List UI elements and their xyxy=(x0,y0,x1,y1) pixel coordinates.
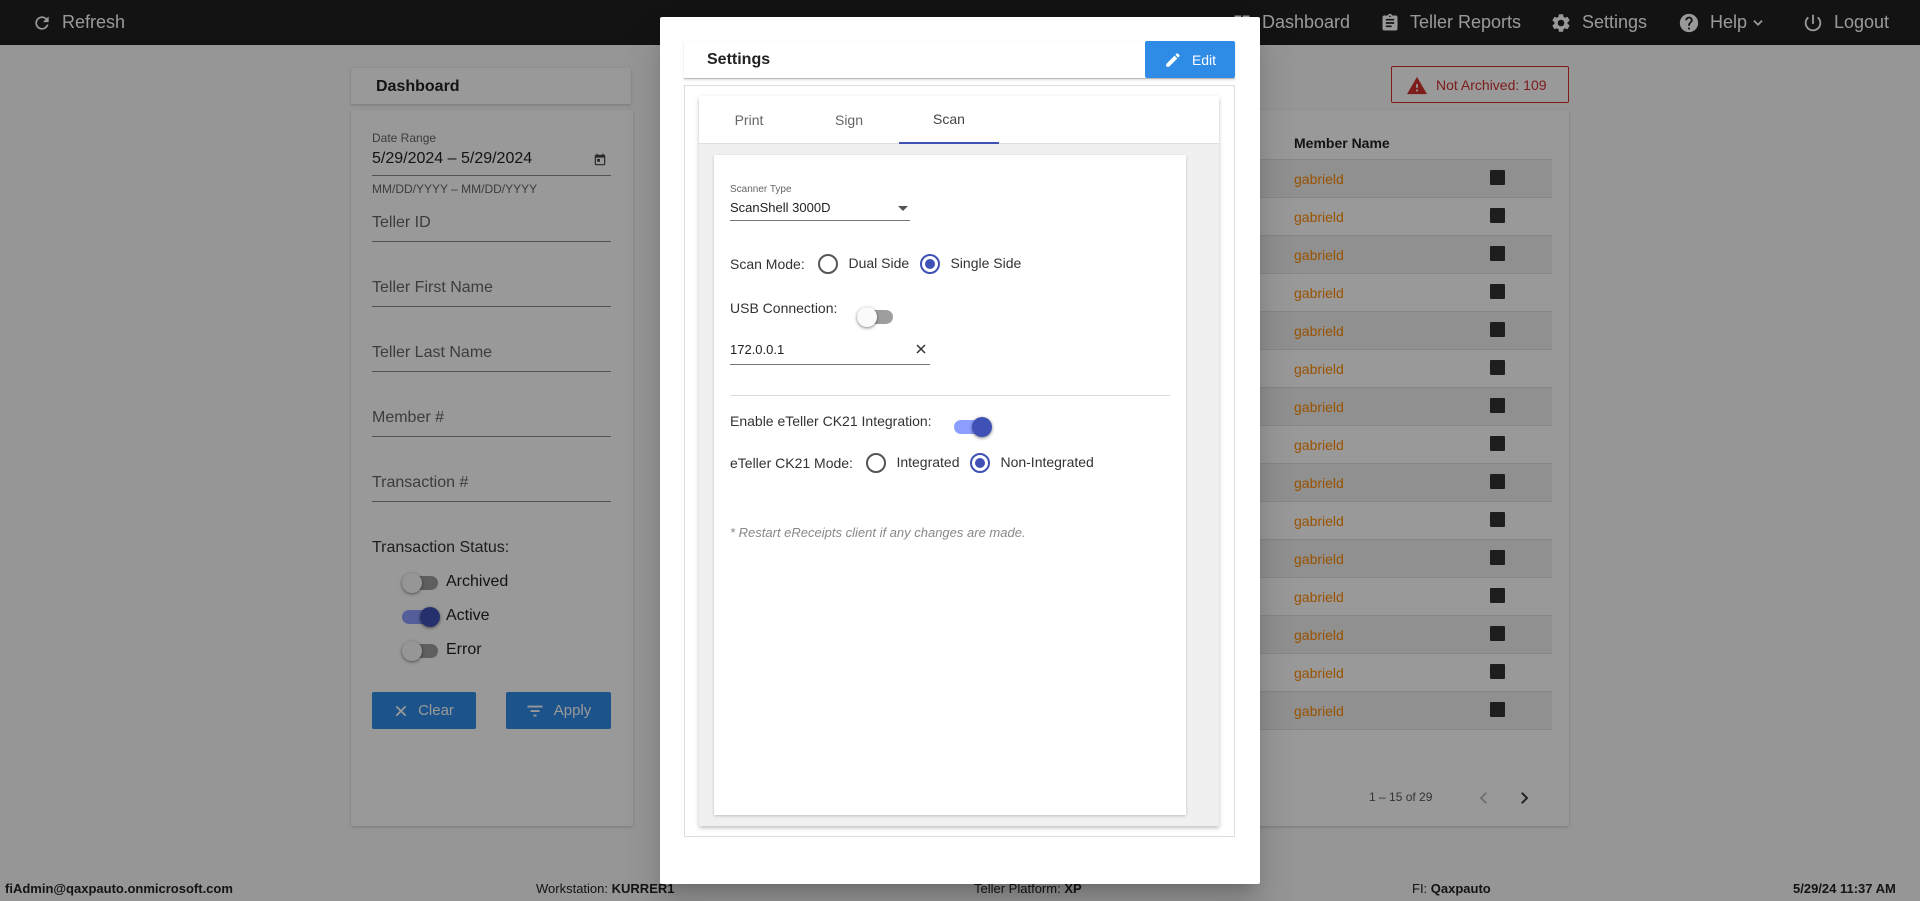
dual-side-label: Dual Side xyxy=(848,255,910,272)
usb-connection-label: USB Connection: xyxy=(730,300,838,316)
usb-connection-toggle[interactable] xyxy=(857,307,893,327)
tab-bar: Print Sign Scan xyxy=(699,96,1219,144)
single-side-label: Single Side xyxy=(950,255,1022,272)
tab-sign[interactable]: Sign xyxy=(799,96,899,144)
scanner-type-select[interactable]: ScanShell 3000D xyxy=(730,199,910,221)
non-integrated-label: Non-Integrated xyxy=(1000,454,1094,471)
scan-tab-panel: Scanner Type ScanShell 3000D Scan Mode: … xyxy=(714,155,1186,815)
dialog-title: Settings xyxy=(707,51,771,68)
dropdown-arrow-icon xyxy=(898,206,908,211)
integrated-label: Integrated xyxy=(896,454,960,471)
ck21-integration-label: Enable eTeller CK21 Integration: xyxy=(730,413,932,429)
scan-mode-single-side[interactable]: Single Side xyxy=(920,254,1021,274)
ip-address-value: 172.0.0.1 xyxy=(730,342,785,357)
scanner-type-value: ScanShell 3000D xyxy=(730,200,831,215)
ck21-integration-toggle[interactable] xyxy=(954,417,992,437)
clear-input-icon[interactable] xyxy=(916,344,926,354)
radio-dual-side[interactable] xyxy=(818,254,838,274)
restart-note: * Restart eReceipts client if any change… xyxy=(730,525,1026,540)
radio-non-integrated[interactable] xyxy=(970,453,990,473)
scan-mode-label: Scan Mode: xyxy=(730,256,805,272)
toggle-knob xyxy=(857,307,877,327)
tab-scan[interactable]: Scan xyxy=(899,96,999,144)
tab-print-label: Print xyxy=(734,112,764,128)
radio-integrated[interactable] xyxy=(866,453,886,473)
edit-label: Edit xyxy=(1191,51,1217,68)
edit-button[interactable]: Edit xyxy=(1145,41,1235,78)
ck21-mode-non-integrated[interactable]: Non-Integrated xyxy=(970,453,1094,473)
settings-tabs: Print Sign Scan Scanner Type ScanShell 3… xyxy=(699,96,1219,826)
ck21-mode-label: eTeller CK21 Mode: xyxy=(730,455,853,471)
tab-sign-label: Sign xyxy=(834,112,864,128)
ck21-mode-integrated[interactable]: Integrated xyxy=(866,453,960,473)
section-divider xyxy=(730,395,1170,396)
pencil-icon xyxy=(1166,52,1180,67)
scan-mode-dual-side[interactable]: Dual Side xyxy=(818,254,909,274)
tab-print[interactable]: Print xyxy=(699,96,799,144)
settings-dialog: Settings Edit Print Sign Scan Scanner Ty… xyxy=(660,17,1260,884)
scanner-type-label: Scanner Type xyxy=(730,184,792,195)
toggle-knob xyxy=(972,417,992,437)
radio-single-side[interactable] xyxy=(920,254,940,274)
ip-address-input[interactable]: 172.0.0.1 xyxy=(730,341,930,365)
tab-scan-label: Scan xyxy=(933,111,965,127)
